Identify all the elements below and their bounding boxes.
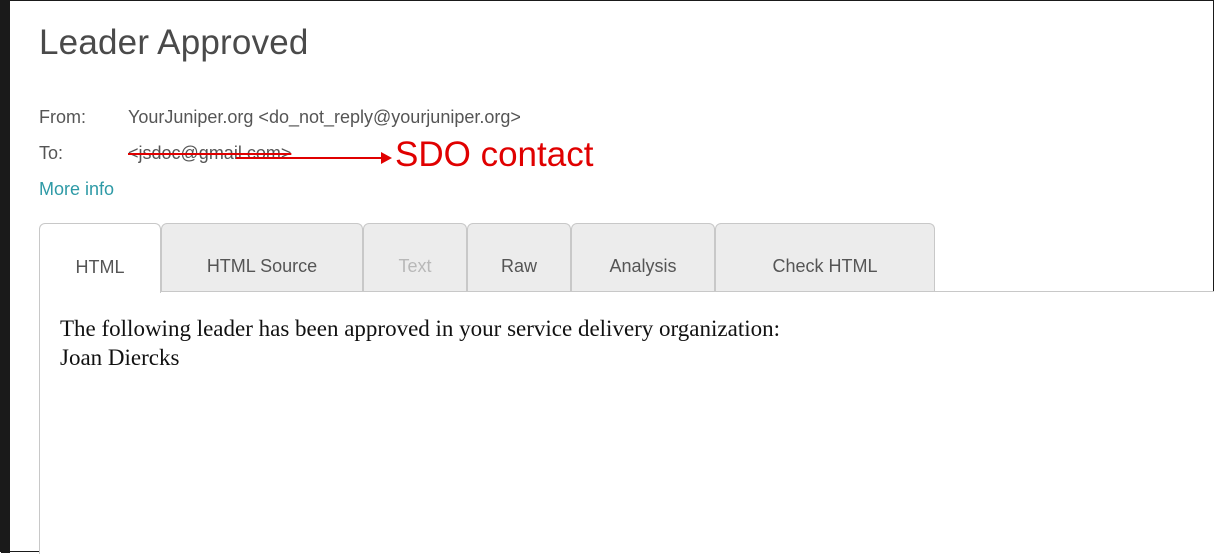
message-body-pane: The following leader has been approved i… <box>39 291 1214 554</box>
left-border-bar <box>1 1 10 553</box>
to-row: To: <jsdoc@gmail.com> <box>39 143 291 164</box>
more-info-link[interactable]: More info <box>39 179 114 200</box>
annotation-arrow-line <box>236 157 384 159</box>
to-label: To: <box>39 143 64 163</box>
from-row: From: YourJuniper.org <do_not_reply@yourj… <box>39 107 521 128</box>
tab-analysis[interactable]: Analysis <box>571 223 715 291</box>
from-value: YourJuniper.org <do_not_reply@yourjunipe… <box>128 107 521 127</box>
tab-text: Text <box>363 223 467 291</box>
tab-label: Check HTML <box>772 256 878 276</box>
to-value: <jsdoc@gmail.com> <box>128 143 292 163</box>
tab-label: Raw <box>500 256 537 276</box>
email-preview-window: Leader Approved From: YourJuniper.org <do… <box>0 0 1214 554</box>
tab-label: HTML <box>75 257 125 277</box>
message-body-text: The following leader has been approved i… <box>60 314 780 372</box>
tab-label: Text <box>398 256 432 276</box>
email-subject-title: Leader Approved <box>39 23 309 62</box>
body-line: The following leader has been approved i… <box>60 316 780 341</box>
tab-html-source[interactable]: HTML Source <box>161 223 363 291</box>
tab-raw[interactable]: Raw <box>467 223 571 291</box>
annotation-arrow-head <box>381 152 392 164</box>
tab-label: HTML Source <box>206 256 318 276</box>
tab-html[interactable]: HTML <box>39 223 161 293</box>
tab-label: Analysis <box>609 256 677 276</box>
sdo-contact-annotation: SDO contact <box>395 135 594 174</box>
tab-check-html[interactable]: Check HTML <box>715 223 935 291</box>
from-label: From: <box>39 107 86 127</box>
approved-leader-name: Joan Diercks <box>60 345 180 370</box>
